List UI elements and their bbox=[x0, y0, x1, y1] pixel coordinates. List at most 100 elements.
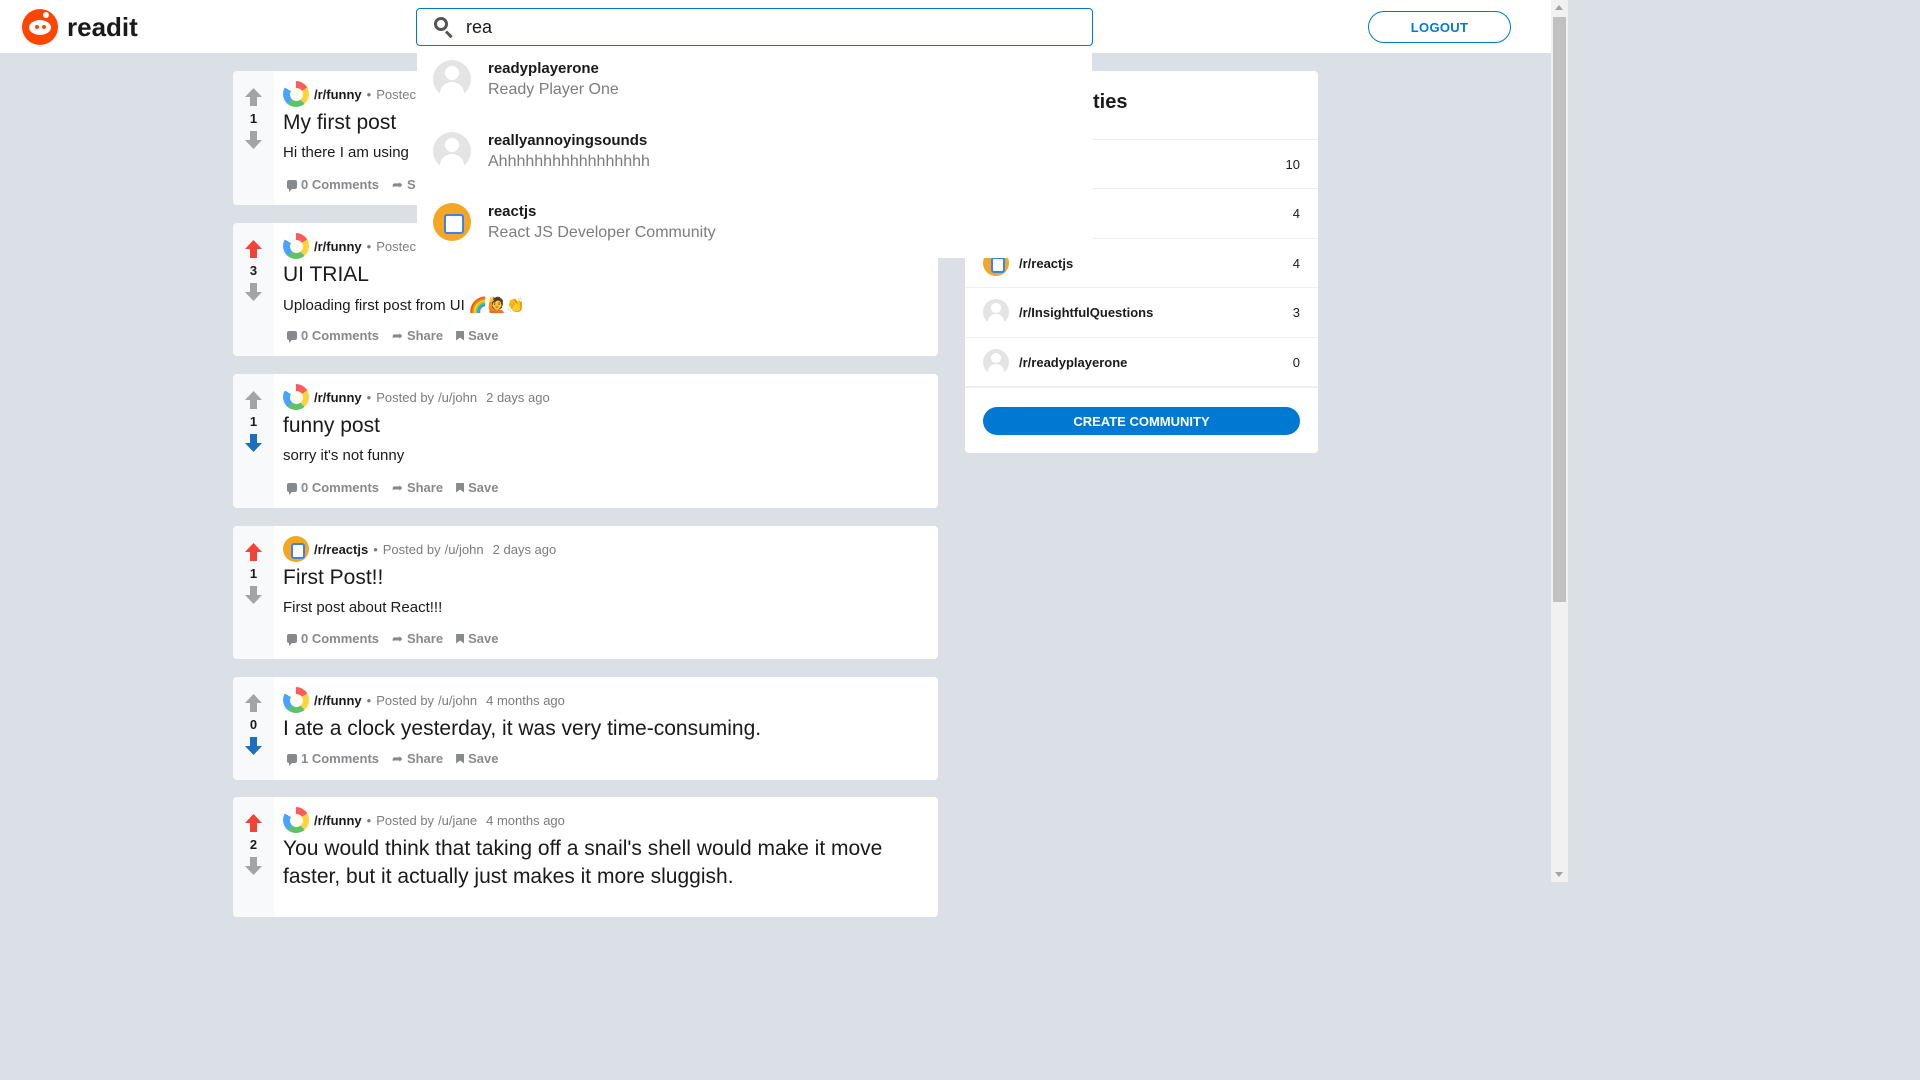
save-label: Save bbox=[468, 480, 499, 495]
share-button[interactable]: ➦ Share bbox=[392, 751, 443, 766]
share-label: Share bbox=[406, 631, 444, 646]
save-button[interactable]: Save bbox=[456, 328, 498, 343]
post-body: Uploading first post from UI 🌈🙋👏 bbox=[283, 297, 525, 314]
create-community-button[interactable]: CREATE COMMUNITY bbox=[983, 407, 1300, 435]
subreddit-link[interactable]: /r/funny bbox=[314, 390, 362, 405]
comments-button[interactable]: 0 Comments bbox=[287, 328, 379, 343]
comments-button[interactable]: 1 Comments bbox=[287, 751, 379, 766]
upvote-arrow-icon[interactable] bbox=[245, 391, 262, 409]
app-name: readit bbox=[67, 11, 138, 42]
post-title[interactable]: I ate a clock yesterday, it was very tim… bbox=[283, 717, 761, 741]
save-button[interactable]: Save bbox=[456, 751, 498, 766]
search-input[interactable] bbox=[466, 16, 1026, 38]
search-box[interactable] bbox=[416, 8, 1093, 46]
post-title[interactable]: UI TRIAL bbox=[283, 263, 369, 287]
share-label: S bbox=[406, 177, 416, 192]
upvote-arrow-icon[interactable] bbox=[245, 694, 262, 712]
post-actions: 0 Comments ➦ Share Save bbox=[287, 328, 511, 343]
community-post-count: 0 bbox=[1292, 354, 1300, 370]
share-button[interactable]: ➦ Share bbox=[392, 480, 443, 495]
downvote-arrow-icon[interactable] bbox=[245, 434, 262, 452]
vote-score: 2 bbox=[249, 837, 258, 852]
scroll-up-icon[interactable] bbox=[1555, 5, 1563, 10]
post-actions: 0 Comments ➦ Share Save bbox=[287, 631, 511, 646]
save-button[interactable]: Save bbox=[456, 480, 498, 495]
subreddit-link[interactable]: /r/funny bbox=[314, 239, 362, 254]
community-row[interactable]: /r/readyplayerone 0 bbox=[965, 337, 1318, 386]
search-result-name: readyplayerone bbox=[488, 59, 599, 77]
share-icon: ➦ bbox=[392, 480, 403, 495]
author-link[interactable]: /u/john bbox=[438, 390, 477, 405]
scroll-down-icon[interactable] bbox=[1555, 872, 1563, 877]
search-result-item[interactable]: reallyannoyingsounds Ahhhhhhhhhhhhhhhhh bbox=[417, 118, 1092, 184]
downvote-arrow-icon[interactable] bbox=[245, 737, 262, 755]
divider bbox=[965, 386, 1318, 388]
share-button[interactable]: ➦ Share bbox=[392, 631, 443, 646]
logout-button[interactable]: LOGOUT bbox=[1368, 11, 1511, 43]
post-actions: 1 Comments ➦ Share Save bbox=[287, 751, 511, 766]
bookmark-icon bbox=[456, 753, 465, 764]
post-title[interactable]: funny post bbox=[283, 414, 380, 438]
post-meta: /r/funny • Postec bbox=[283, 233, 416, 259]
comments-count: 1 Comments bbox=[301, 751, 380, 766]
vote-column: 3 bbox=[233, 223, 274, 356]
subreddit-link[interactable]: /r/funny bbox=[314, 87, 362, 102]
separator-dot: • bbox=[366, 812, 372, 828]
community-name[interactable]: /r/readyplayerone bbox=[1019, 355, 1127, 370]
downvote-arrow-icon[interactable] bbox=[245, 283, 262, 301]
upvote-arrow-icon[interactable] bbox=[245, 240, 262, 258]
post-card: 1/r/reactjs • Posted by/u/john 2 days ago Fi… bbox=[233, 526, 938, 659]
subreddit-avatar-icon bbox=[283, 384, 309, 410]
subreddit-link[interactable]: /r/reactjs bbox=[314, 542, 368, 557]
separator-dot: • bbox=[366, 86, 372, 102]
search-result-item[interactable]: reactjs React JS Developer Community bbox=[417, 189, 1092, 255]
downvote-arrow-icon[interactable] bbox=[245, 857, 262, 875]
post-title[interactable]: My first post bbox=[283, 111, 396, 135]
logo[interactable]: readit bbox=[22, 9, 138, 45]
post-title[interactable]: First Post!! bbox=[283, 566, 383, 590]
page-scrollbar[interactable] bbox=[1551, 0, 1568, 882]
subreddit-link[interactable]: /r/funny bbox=[314, 813, 362, 828]
post-body: sorry it's not funny bbox=[283, 447, 405, 464]
share-button[interactable]: ➦ Share bbox=[392, 328, 443, 343]
comments-button[interactable]: 0 Comments bbox=[287, 480, 379, 495]
author-link[interactable]: /u/john bbox=[438, 693, 477, 708]
save-button[interactable]: Save bbox=[456, 631, 498, 646]
search-result-description: Ready Player One bbox=[488, 80, 619, 98]
community-post-count: 4 bbox=[1292, 205, 1300, 221]
comment-icon bbox=[287, 180, 297, 192]
share-icon: ➦ bbox=[392, 177, 403, 192]
author-link[interactable]: /u/jane bbox=[438, 813, 477, 828]
upvote-arrow-icon[interactable] bbox=[245, 814, 262, 832]
search-result-item[interactable]: readyplayerone Ready Player One bbox=[417, 46, 1092, 112]
vote-column: 0 bbox=[233, 677, 274, 780]
search-result-description: React JS Developer Community bbox=[488, 223, 716, 241]
posted-by-label: Postec bbox=[376, 238, 416, 254]
subreddit-link[interactable]: /r/funny bbox=[314, 693, 362, 708]
comments-button[interactable]: 0 Comments bbox=[287, 631, 379, 646]
bookmark-icon bbox=[456, 482, 465, 493]
comments-count: 0 Comments bbox=[301, 480, 380, 495]
author-link[interactable]: /u/john bbox=[445, 542, 484, 557]
upvote-arrow-icon[interactable] bbox=[245, 88, 262, 106]
scrollbar-thumb[interactable] bbox=[1553, 17, 1566, 602]
downvote-arrow-icon[interactable] bbox=[245, 586, 262, 604]
comment-icon bbox=[287, 483, 297, 495]
post-meta: /r/funny • Posted by/u/john 4 months ago bbox=[283, 687, 565, 713]
community-row[interactable]: /r/InsightfulQuestions 3 bbox=[965, 287, 1318, 336]
comments-button[interactable]: 0 Comments bbox=[287, 177, 379, 192]
downvote-arrow-icon[interactable] bbox=[245, 131, 262, 149]
search-icon bbox=[434, 17, 454, 39]
upvote-arrow-icon[interactable] bbox=[245, 543, 262, 561]
post-meta: /r/reactjs • Posted by/u/john 2 days ago bbox=[283, 536, 556, 562]
posted-by-label: Posted by bbox=[376, 389, 435, 405]
community-avatar-icon bbox=[983, 299, 1009, 325]
separator-dot: • bbox=[366, 238, 372, 254]
post-title[interactable]: You would think that taking off a snail'… bbox=[283, 835, 923, 891]
comments-count: 0 Comments bbox=[301, 177, 380, 192]
community-name[interactable]: /r/InsightfulQuestions bbox=[1019, 305, 1153, 320]
bookmark-icon bbox=[456, 633, 465, 644]
user-avatar-icon bbox=[433, 132, 471, 170]
post-timestamp: 4 months ago bbox=[486, 692, 565, 708]
share-button[interactable]: ➦ S bbox=[392, 177, 416, 192]
